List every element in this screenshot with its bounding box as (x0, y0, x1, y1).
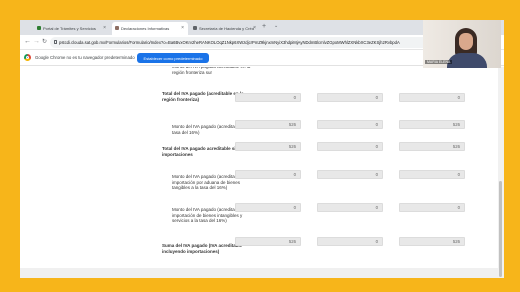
amount-field[interactable]: 0 (317, 93, 383, 102)
tab-title: Portal de Trámites y Servicios (43, 26, 96, 31)
footer-strip (20, 268, 498, 278)
scrollbar-thumb[interactable] (499, 181, 502, 277)
lock-icon (54, 40, 57, 44)
back-icon[interactable]: ← (24, 38, 31, 46)
close-icon[interactable]: × (253, 25, 256, 31)
infobar-message: Google Chrome no es tu navegador predete… (35, 55, 135, 60)
forward-icon[interactable]: → (33, 38, 40, 46)
tab-declaraciones-informativas[interactable]: Declaraciones Informativas × (112, 22, 188, 35)
field-label: Monto del IVA pagado acreditable en la r… (172, 67, 250, 75)
amount-field[interactable]: 526 (399, 120, 465, 129)
amount-field[interactable]: 526 (399, 142, 465, 151)
chevron-down-icon[interactable]: ⌄ (274, 23, 278, 29)
amount-field[interactable]: 526 (235, 142, 301, 151)
webcam-name-label: MARIA ELENA (425, 60, 453, 64)
amount-field[interactable]: 0 (317, 170, 383, 179)
tab-title: Declaraciones Informativas (121, 26, 170, 31)
reload-icon[interactable]: ↻ (42, 38, 47, 46)
close-icon[interactable]: × (103, 25, 106, 31)
tab-title: Secretaría de Hacienda y Créd (199, 26, 254, 31)
person-face (459, 33, 473, 50)
tab-favicon (37, 26, 41, 30)
tab-favicon (115, 26, 119, 30)
amount-field[interactable]: 526 (235, 237, 301, 246)
amount-field[interactable]: 0 (235, 93, 301, 102)
form-content: Monto del IVA pagado acreditable en la r… (20, 67, 498, 278)
new-tab-icon[interactable]: + (262, 23, 266, 30)
tab-favicon (193, 26, 197, 30)
amount-field[interactable]: 0 (235, 170, 301, 179)
amount-field[interactable]: 0 (399, 170, 465, 179)
tab-portal-tramites[interactable]: Portal de Trámites y Servicios × (34, 22, 110, 35)
close-icon[interactable]: × (181, 25, 184, 31)
scrollbar[interactable] (498, 67, 504, 278)
amount-field[interactable]: 526 (235, 120, 301, 129)
url-text: pstcdi.clouda.sat.gob.mx/Formularios/For… (59, 40, 400, 45)
amount-field[interactable]: 0 (399, 203, 465, 212)
amount-field[interactable]: 0 (317, 120, 383, 129)
amount-field[interactable]: 0 (317, 237, 383, 246)
address-bar[interactable]: pstcdi.clouda.sat.gob.mx/Formularios/For… (50, 37, 435, 48)
webcam-overlay: MARIA ELENA (423, 20, 501, 68)
amount-field[interactable]: 0 (399, 93, 465, 102)
amount-field[interactable]: 0 (317, 203, 383, 212)
set-default-button[interactable]: Establecer como predeterminado (137, 53, 209, 63)
tab-secretaria-hacienda[interactable]: Secretaría de Hacienda y Créd × (190, 22, 260, 35)
person-shirt (447, 53, 487, 68)
amount-field[interactable]: 526 (399, 237, 465, 246)
chrome-logo-icon (24, 54, 31, 61)
amount-field[interactable]: 0 (317, 142, 383, 151)
amount-field[interactable]: 0 (235, 203, 301, 212)
